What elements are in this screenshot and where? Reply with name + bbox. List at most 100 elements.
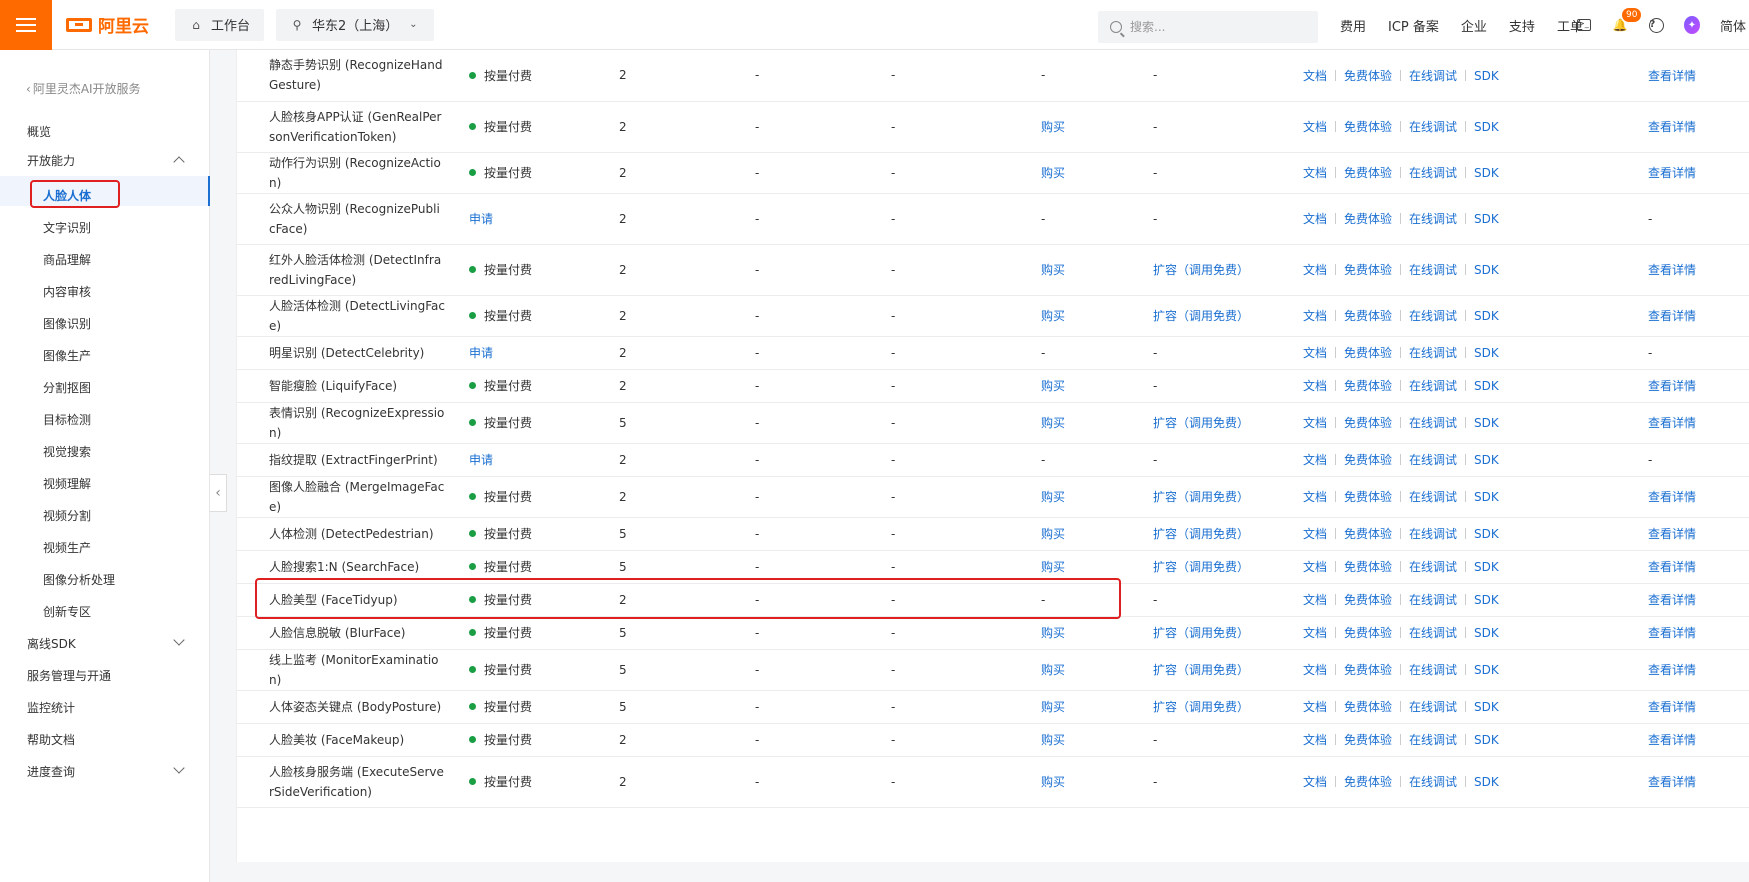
chevron-up-icon[interactable] — [173, 156, 185, 168]
view-detail-link[interactable]: 查看详情 — [1648, 663, 1696, 677]
buy-link[interactable]: 购买 — [1041, 775, 1065, 789]
free-trial-link[interactable]: 免费体验 — [1344, 527, 1392, 541]
buy-link[interactable]: 购买 — [1041, 166, 1065, 180]
apply-link[interactable]: 申请 — [469, 453, 493, 467]
free-trial-link[interactable]: 免费体验 — [1344, 663, 1392, 677]
expand-link[interactable]: 扩容（调用免费） — [1153, 263, 1249, 277]
view-detail-link[interactable]: 查看详情 — [1648, 527, 1696, 541]
view-detail-link[interactable]: 查看详情 — [1648, 775, 1696, 789]
online-debug-link[interactable]: 在线调试 — [1409, 453, 1457, 467]
buy-link[interactable]: 购买 — [1041, 379, 1065, 393]
sdk-link[interactable]: SDK — [1474, 166, 1499, 180]
search-input[interactable] — [1130, 20, 1300, 34]
free-trial-link[interactable]: 免费体验 — [1344, 453, 1392, 467]
doc-link[interactable]: 文档 — [1303, 416, 1327, 430]
view-detail-link[interactable]: 查看详情 — [1648, 263, 1696, 277]
doc-link[interactable]: 文档 — [1303, 663, 1327, 677]
online-debug-link[interactable]: 在线调试 — [1409, 527, 1457, 541]
back-link[interactable]: ‹ 阿里灵杰AI开放服务 — [26, 80, 141, 97]
buy-link[interactable]: 购买 — [1041, 263, 1065, 277]
sidebar-item-progress[interactable]: 进度查询 — [27, 763, 75, 780]
sidebar-item-video-segmentation[interactable]: 视频分割 — [43, 507, 91, 524]
buy-link[interactable]: 购买 — [1041, 490, 1065, 504]
sidebar-item-image-recognition[interactable]: 图像识别 — [43, 315, 91, 332]
doc-link[interactable]: 文档 — [1303, 775, 1327, 789]
online-debug-link[interactable]: 在线调试 — [1409, 379, 1457, 393]
online-debug-link[interactable]: 在线调试 — [1409, 700, 1457, 714]
online-debug-link[interactable]: 在线调试 — [1409, 166, 1457, 180]
chevron-down-icon[interactable] — [173, 634, 185, 646]
notification-button[interactable]: 90 — [1612, 8, 1642, 33]
sidebar-item-content-audit[interactable]: 内容审核 — [43, 283, 91, 300]
doc-link[interactable]: 文档 — [1303, 166, 1327, 180]
online-debug-link[interactable]: 在线调试 — [1409, 416, 1457, 430]
sidebar-item-goods[interactable]: 商品理解 — [43, 251, 91, 268]
buy-link[interactable]: 购买 — [1041, 560, 1065, 574]
buy-link[interactable]: 购买 — [1041, 309, 1065, 323]
sidebar-item-open-capability[interactable]: 开放能力 — [27, 152, 75, 169]
sdk-link[interactable]: SDK — [1474, 663, 1499, 677]
doc-link[interactable]: 文档 — [1303, 120, 1327, 134]
sdk-link[interactable]: SDK — [1474, 120, 1499, 134]
online-debug-link[interactable]: 在线调试 — [1409, 69, 1457, 83]
view-detail-link[interactable]: 查看详情 — [1648, 626, 1696, 640]
sidebar-collapse-toggle[interactable]: ‹ — [210, 474, 227, 512]
view-detail-link[interactable]: 查看详情 — [1648, 490, 1696, 504]
chevron-down-icon[interactable] — [173, 762, 185, 774]
view-detail-link[interactable]: 查看详情 — [1648, 416, 1696, 430]
buy-link[interactable]: 购买 — [1041, 416, 1065, 430]
buy-link[interactable]: 购买 — [1041, 700, 1065, 714]
sdk-link[interactable]: SDK — [1474, 593, 1499, 607]
free-trial-link[interactable]: 免费体验 — [1344, 490, 1392, 504]
online-debug-link[interactable]: 在线调试 — [1409, 593, 1457, 607]
expand-link[interactable]: 扩容（调用免费） — [1153, 309, 1249, 323]
doc-link[interactable]: 文档 — [1303, 69, 1327, 83]
free-trial-link[interactable]: 免费体验 — [1344, 212, 1392, 226]
free-trial-link[interactable]: 免费体验 — [1344, 166, 1392, 180]
free-trial-link[interactable]: 免费体验 — [1344, 263, 1392, 277]
free-trial-link[interactable]: 免费体验 — [1344, 733, 1392, 747]
sdk-link[interactable]: SDK — [1474, 626, 1499, 640]
free-trial-link[interactable]: 免费体验 — [1344, 309, 1392, 323]
avatar[interactable]: ✦ — [1684, 16, 1700, 34]
online-debug-link[interactable]: 在线调试 — [1409, 733, 1457, 747]
apply-link[interactable]: 申请 — [469, 212, 493, 226]
view-detail-link[interactable]: 查看详情 — [1648, 379, 1696, 393]
view-detail-link[interactable]: 查看详情 — [1648, 593, 1696, 607]
sidebar-item-object-detection[interactable]: 目标检测 — [43, 411, 91, 428]
doc-link[interactable]: 文档 — [1303, 453, 1327, 467]
top-link-fees[interactable]: 费用 — [1340, 16, 1366, 35]
free-trial-link[interactable]: 免费体验 — [1344, 775, 1392, 789]
sdk-link[interactable]: SDK — [1474, 453, 1499, 467]
online-debug-link[interactable]: 在线调试 — [1409, 346, 1457, 360]
doc-link[interactable]: 文档 — [1303, 593, 1327, 607]
help-icon[interactable]: ? — [1648, 17, 1664, 33]
top-link-icp[interactable]: ICP 备案 — [1388, 16, 1439, 35]
view-detail-link[interactable]: 查看详情 — [1648, 69, 1696, 83]
view-detail-link[interactable]: 查看详情 — [1648, 560, 1696, 574]
free-trial-link[interactable]: 免费体验 — [1344, 379, 1392, 393]
sidebar-item-segmentation[interactable]: 分割抠图 — [43, 379, 91, 396]
region-selector[interactable]: ⚲ 华东2（上海） ⌄ — [276, 8, 435, 41]
doc-link[interactable]: 文档 — [1303, 527, 1327, 541]
sidebar-item-ocr[interactable]: 文字识别 — [43, 219, 91, 236]
sidebar-item-image-production[interactable]: 图像生产 — [43, 347, 91, 364]
doc-link[interactable]: 文档 — [1303, 379, 1327, 393]
online-debug-link[interactable]: 在线调试 — [1409, 263, 1457, 277]
buy-link[interactable]: 购买 — [1041, 527, 1065, 541]
sdk-link[interactable]: SDK — [1474, 309, 1499, 323]
doc-link[interactable]: 文档 — [1303, 490, 1327, 504]
search-box[interactable] — [1098, 11, 1318, 43]
online-debug-link[interactable]: 在线调试 — [1409, 560, 1457, 574]
online-debug-link[interactable]: 在线调试 — [1409, 212, 1457, 226]
online-debug-link[interactable]: 在线调试 — [1409, 663, 1457, 677]
top-link-enterprise[interactable]: 企业 — [1461, 16, 1487, 35]
sdk-link[interactable]: SDK — [1474, 700, 1499, 714]
doc-link[interactable]: 文档 — [1303, 309, 1327, 323]
doc-link[interactable]: 文档 — [1303, 700, 1327, 714]
aliyun-logo[interactable]: 阿里云 — [66, 12, 149, 37]
online-debug-link[interactable]: 在线调试 — [1409, 626, 1457, 640]
buy-link[interactable]: 购买 — [1041, 663, 1065, 677]
online-debug-link[interactable]: 在线调试 — [1409, 775, 1457, 789]
free-trial-link[interactable]: 免费体验 — [1344, 416, 1392, 430]
